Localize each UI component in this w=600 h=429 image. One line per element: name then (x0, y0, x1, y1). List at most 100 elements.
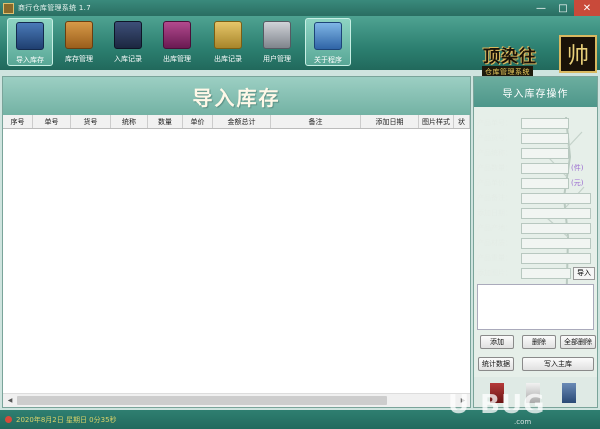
status-indicator-icon (5, 416, 12, 423)
field-material: 产品材质： (477, 237, 591, 249)
column-header[interactable]: 序号 (3, 115, 33, 128)
status-datetime: 2020年8月2日 星期日 0分35秒 (16, 415, 117, 424)
toolbar-label: 出库管理 (163, 55, 191, 63)
field-item-no: 产品货号： (477, 132, 569, 144)
field-label: 产品备注： (477, 194, 512, 202)
toolbar-user-management[interactable]: 用户管理 (254, 18, 300, 66)
maximize-button[interactable]: □ (552, 0, 574, 16)
site-watermark: U BUG .com (448, 390, 598, 426)
field-add-date: 添加日期： (477, 207, 591, 219)
watermark-text: U BUG (448, 390, 546, 420)
field-label: 产品货号： (477, 134, 512, 142)
field-label: 产品单号： (477, 119, 512, 127)
notebook-icon (114, 21, 142, 49)
origin-input[interactable] (521, 222, 591, 234)
window-title: 商行仓库管理系统 1.7 (18, 4, 91, 12)
toolbar-label: 入库记录 (114, 55, 142, 63)
product-name-input[interactable] (521, 147, 569, 159)
import-stock-panel: 导入库存 序号 单号 货号 统称 数量 单价 金额总计 备注 添加日期 图片样式… (2, 76, 471, 408)
logo-seal: 帅 (559, 35, 597, 73)
column-header[interactable]: 货号 (71, 115, 111, 128)
field-label: 产品数量： (477, 164, 512, 172)
column-header[interactable]: 数量 (148, 115, 183, 128)
stock-table-body[interactable] (3, 129, 470, 393)
scroll-left-icon[interactable]: ◀ (3, 394, 17, 407)
field-quantity: 产品数量： (件) (477, 162, 583, 174)
toolbar-outbound-records[interactable]: 出库记录 (205, 18, 251, 66)
column-header[interactable]: 状 (454, 115, 470, 128)
cash-register-icon (163, 21, 191, 49)
toolbar-outbound[interactable]: 出库管理 (154, 18, 200, 66)
toolbar-import-stock[interactable]: 导入库存 (7, 18, 53, 66)
side-panel-title: 导入库存操作 (474, 77, 597, 107)
watermark-sub: .com (514, 418, 532, 426)
toolbar-label: 用户管理 (263, 55, 291, 63)
field-label: 添加日期： (477, 209, 512, 217)
quantity-input[interactable] (521, 162, 569, 174)
page-title-bar: 导入库存 (3, 77, 470, 115)
field-label: 产品产地： (477, 224, 512, 232)
import-image-button[interactable]: 导入 (573, 266, 595, 280)
item-no-input[interactable] (521, 132, 569, 144)
field-unit-price: 产品单价： (元) (477, 177, 583, 189)
unit-price-input[interactable] (521, 177, 569, 189)
column-header[interactable]: 备注 (271, 115, 361, 128)
field-add-image: 添加图片： 导入 (477, 266, 595, 280)
logo-title: 顶染往 (483, 47, 537, 67)
toolbar-inventory[interactable]: 库存管理 (56, 18, 102, 66)
field-label: 产品材质： (477, 239, 512, 247)
price-unit: (元) (571, 179, 584, 187)
toolbar-inbound-records[interactable]: 入库记录 (105, 18, 151, 66)
stats-button[interactable]: 统计数据 (478, 357, 514, 371)
weight-input[interactable] (521, 252, 591, 264)
scroll-track[interactable] (17, 395, 456, 406)
table-header: 序号 单号 货号 统称 数量 单价 金额总计 备注 添加日期 图片样式 状 (3, 115, 470, 129)
field-remarks: 产品备注： (477, 192, 591, 204)
toolbar-label: 导入库存 (16, 56, 44, 64)
toolbar-label: 关于程序 (314, 56, 342, 64)
notes-textarea[interactable] (477, 284, 594, 330)
column-header[interactable]: 统称 (111, 115, 148, 128)
product-no-input[interactable] (521, 117, 569, 129)
app-logo-icon (3, 2, 14, 14)
column-header[interactable]: 单价 (183, 115, 213, 128)
quantity-unit: (件) (571, 164, 584, 172)
title-bar: 商行仓库管理系统 1.7 — □ ✕ (0, 0, 600, 16)
field-origin: 产品产地： (477, 222, 591, 234)
toolbar-label: 出库记录 (214, 55, 242, 63)
write-main-button[interactable]: 写入主库 (522, 357, 594, 371)
scroll-thumb[interactable] (17, 396, 387, 405)
delete-all-button[interactable]: 全部删除 (560, 335, 596, 349)
column-header[interactable]: 单号 (33, 115, 71, 128)
toolbar-about[interactable]: 关于程序 (305, 18, 351, 66)
computer-icon (263, 21, 291, 49)
main-toolbar: 导入库存 库存管理 入库记录 出库管理 出库记录 用户管理 关于程序 顶染往 仓… (0, 16, 600, 78)
field-product-name: 产品统称： (477, 147, 569, 159)
horizontal-scrollbar[interactable]: ◀ ▶ (3, 393, 470, 407)
image-path-input[interactable] (521, 267, 571, 279)
remarks-input[interactable] (521, 192, 591, 204)
column-header[interactable]: 金额总计 (213, 115, 271, 128)
field-product-no: 产品单号： (477, 117, 569, 129)
column-header[interactable]: 添加日期 (361, 115, 419, 128)
field-weight: 产品重量： (477, 252, 591, 264)
folder-icon (214, 21, 242, 49)
toolbar-label: 库存管理 (65, 55, 93, 63)
tools-icon (314, 22, 342, 50)
delete-button[interactable]: 删除 (522, 335, 556, 349)
material-input[interactable] (521, 237, 591, 249)
minimize-button[interactable]: — (530, 0, 552, 16)
import-operations-panel: 导入库存操作 产品单号： 产品货号： 产品统称： 产品数量： (件) 产品单价：… (473, 76, 598, 408)
field-label: 产品重量： (477, 254, 512, 262)
field-label: 产品单价： (477, 179, 512, 187)
column-header[interactable]: 图片样式 (419, 115, 454, 128)
field-label: 添加图片： (477, 269, 512, 277)
add-button[interactable]: 添加 (480, 335, 514, 349)
wallet-icon (65, 21, 93, 49)
app-window: 商行仓库管理系统 1.7 — □ ✕ 导入库存 库存管理 入库记录 出库管理 出… (0, 0, 600, 429)
briefcase-icon (16, 22, 44, 50)
add-date-input[interactable] (521, 207, 591, 219)
close-button[interactable]: ✕ (574, 0, 600, 16)
page-title: 导入库存 (192, 85, 281, 110)
field-label: 产品统称： (477, 149, 512, 157)
